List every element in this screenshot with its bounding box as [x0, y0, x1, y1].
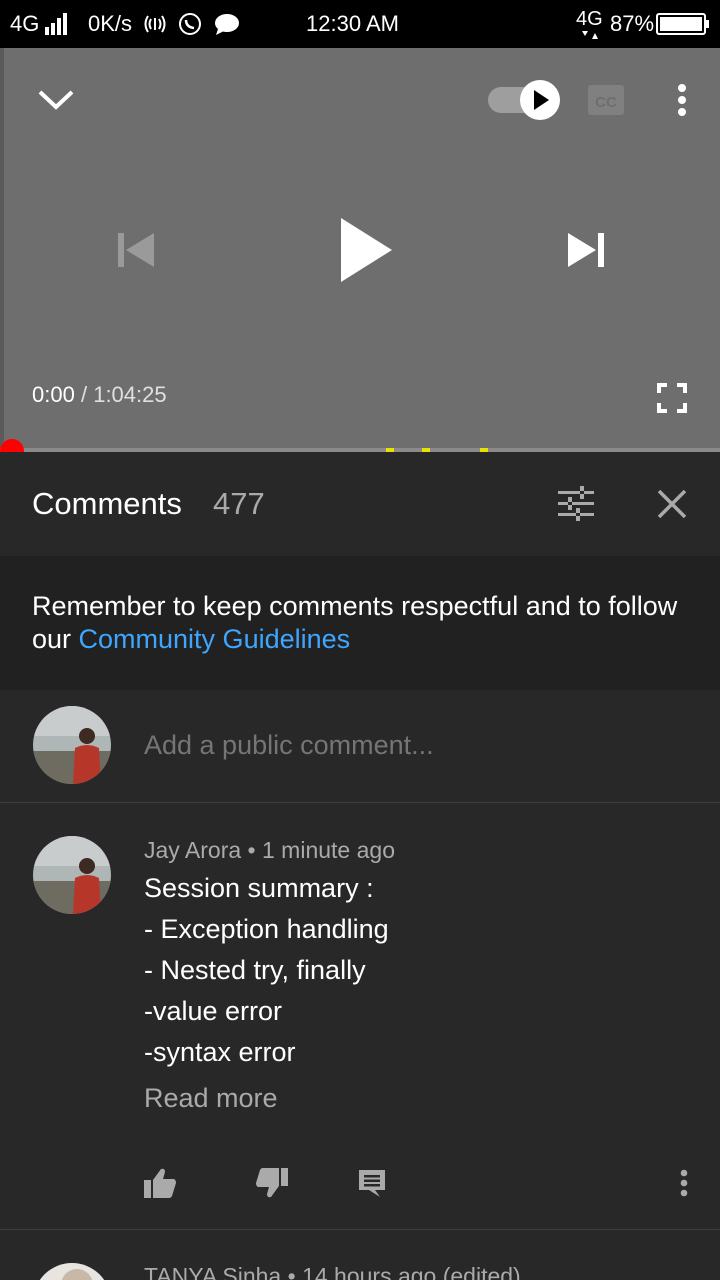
comment-reply-icon — [359, 1170, 385, 1197]
minimize-button[interactable] — [30, 78, 82, 122]
comment-item: TANYA Sinha • 14 hours ago (edited) — [0, 1230, 720, 1280]
comments-title: Comments — [32, 486, 182, 521]
battery-percent: 87% — [610, 11, 655, 36]
play-icon — [341, 218, 392, 282]
status-bar: 4G 0K/s 12:30 AM 4G 87% — [0, 0, 720, 48]
avatar[interactable] — [33, 836, 111, 914]
author-avatar-image — [33, 836, 111, 914]
comment-text-line: - Exception handling — [144, 914, 389, 944]
signal-strength-icon — [45, 13, 67, 35]
read-more-link[interactable]: Read more — [144, 1083, 278, 1114]
community-notice: Remember to keep comments respectful and… — [0, 556, 720, 690]
comment-meta: Jay Arora • 1 minute ago — [144, 837, 395, 863]
more-vertical-icon — [680, 1169, 688, 1197]
comment-text-line: -syntax error — [144, 1037, 296, 1067]
player-edge — [0, 48, 4, 452]
comment-time: 1 minute ago — [262, 837, 395, 863]
whatsapp-icon — [179, 13, 201, 35]
next-button[interactable] — [560, 226, 612, 274]
sort-filter-icon — [558, 486, 594, 521]
time-display: 0:00 / 1:04:25 — [32, 382, 167, 408]
comment-meta: TANYA Sinha • 14 hours ago (edited) — [144, 1263, 521, 1280]
comments-header: Comments 477 — [0, 452, 720, 557]
skip-previous-icon — [118, 233, 154, 267]
network-type-right: 4G — [576, 8, 603, 30]
more-vertical-icon — [678, 84, 686, 116]
captions-button[interactable]: CC — [586, 80, 626, 120]
hotspot-icon — [144, 15, 166, 33]
player-more-options-button[interactable] — [664, 78, 700, 122]
network-speed: 0K/s — [88, 11, 133, 36]
comment-item: Jay Arora • 1 minute ago Session summary… — [0, 803, 720, 1230]
fullscreen-icon — [657, 383, 687, 413]
comments-count: 477 — [213, 486, 265, 521]
svg-text:CC: CC — [595, 94, 617, 111]
duration: 1:04:25 — [93, 382, 167, 407]
like-button[interactable] — [140, 1163, 180, 1203]
comment-text-line: -value error — [144, 996, 283, 1026]
avatar — [33, 706, 111, 784]
current-time: 0:00 — [32, 382, 75, 407]
dislike-button[interactable] — [252, 1163, 292, 1203]
battery-icon — [656, 13, 709, 35]
close-icon — [657, 489, 687, 519]
notice-text: Remember to keep comments respectful and… — [32, 590, 682, 656]
previous-button[interactable] — [110, 226, 162, 274]
community-guidelines-link[interactable]: Community Guidelines — [79, 624, 351, 654]
message-icon — [215, 14, 239, 35]
play-button[interactable] — [330, 212, 402, 288]
close-comments-button[interactable] — [652, 484, 692, 524]
reply-button[interactable] — [352, 1163, 392, 1203]
comment-more-options-button[interactable] — [664, 1163, 704, 1203]
thumbs-up-icon — [144, 1168, 176, 1198]
thumbs-down-icon — [256, 1168, 288, 1198]
user-avatar-image — [33, 706, 111, 784]
autoplay-toggle[interactable] — [486, 78, 562, 122]
add-comment-row — [0, 690, 720, 803]
author-avatar-image — [33, 1263, 111, 1280]
comment-text-line: - Nested try, finally — [144, 955, 366, 985]
clock: 12:30 AM — [306, 11, 399, 36]
comment-time: 14 hours ago (edited) — [302, 1263, 521, 1280]
fullscreen-button[interactable] — [652, 378, 692, 418]
skip-next-icon — [568, 233, 604, 267]
time-separator: / — [80, 382, 88, 407]
comment-author[interactable]: Jay Arora — [144, 837, 241, 863]
data-activity-icon — [582, 31, 598, 39]
chevron-down-icon — [38, 90, 74, 110]
network-type-left: 4G — [10, 11, 40, 36]
avatar[interactable] — [33, 1263, 111, 1280]
comment-author[interactable]: TANYA Sinha — [144, 1263, 281, 1280]
sort-comments-button[interactable] — [554, 482, 598, 526]
comment-text-line: Session summary : — [144, 873, 374, 903]
add-comment-input[interactable] — [144, 730, 664, 761]
captions-icon: CC — [588, 85, 624, 115]
video-player[interactable]: CC 0:00 / 1:04:25 — [0, 48, 720, 452]
